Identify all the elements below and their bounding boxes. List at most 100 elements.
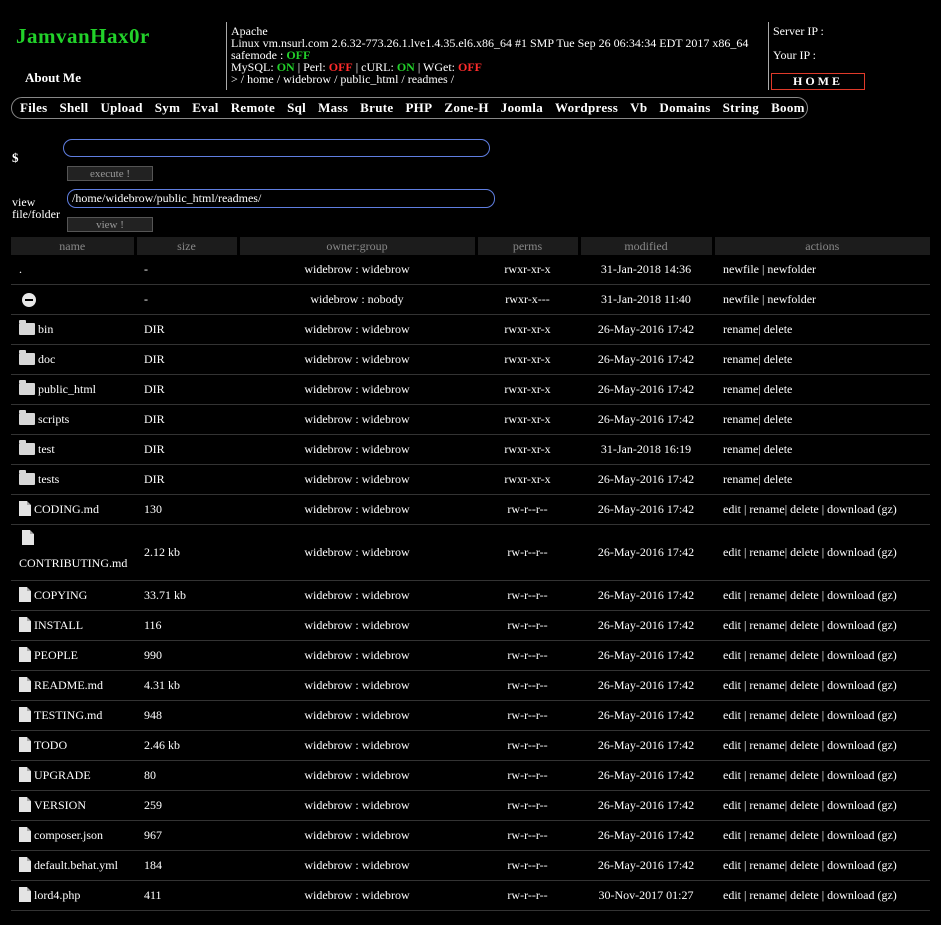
file-actions[interactable]: rename| delete [713,434,930,465]
file-name-cell[interactable]: tests [11,464,135,495]
file-name-cell[interactable]: default.behat.yml [11,850,135,881]
file-actions[interactable]: rename| delete [713,464,930,495]
file-perms[interactable]: rw-r--r-- [476,790,579,821]
file-perms[interactable]: rw-r--r-- [476,524,579,581]
menu-item-zone-h[interactable]: Zone-H [444,100,488,116]
home-button[interactable]: HOME [771,73,865,90]
file-actions[interactable]: edit | rename| delete | download (gz) [713,790,930,821]
file-perms[interactable]: rw-r--r-- [476,850,579,881]
menu-item-remote[interactable]: Remote [231,100,275,116]
file-name-cell[interactable]: test [11,434,135,465]
file-actions[interactable]: rename| delete [713,404,930,435]
file-name-cell[interactable]: README.md [11,670,135,701]
col-owner-header[interactable]: owner:group [236,237,476,255]
file-name-cell[interactable]: composer.json [11,820,135,851]
menu-item-string[interactable]: String [723,100,759,116]
file-name-cell[interactable]: CONTRIBUTING.md [11,524,135,581]
file-actions[interactable]: edit | rename| delete | download (gz) [713,640,930,671]
file-name[interactable]: README.md [34,678,103,692]
file-actions[interactable]: edit | rename| delete | download (gz) [713,494,930,525]
file-actions[interactable]: rename| delete [713,344,930,375]
file-name[interactable]: default.behat.yml [34,858,118,872]
file-name[interactable]: TESTING.md [34,708,102,722]
file-actions[interactable]: edit | rename| delete | download (gz) [713,730,930,761]
file-name[interactable]: CONTRIBUTING.md [19,555,135,571]
menu-item-joomla[interactable]: Joomla [501,100,543,116]
file-name-cell[interactable]: TESTING.md [11,700,135,731]
command-input[interactable] [63,139,490,157]
file-perms[interactable]: rw-r--r-- [476,580,579,611]
file-name[interactable]: . [19,262,22,276]
file-name[interactable]: UPGRADE [34,768,91,782]
file-actions[interactable]: edit | rename| delete | download (gz) [713,524,930,581]
file-perms[interactable]: rwxr-xr-x [476,434,579,465]
file-perms[interactable]: rwxr-xr-x [476,314,579,345]
file-actions[interactable]: rename| delete [713,374,930,405]
file-actions[interactable]: edit | rename| delete | download (gz) [713,670,930,701]
menu-item-brute[interactable]: Brute [360,100,393,116]
file-actions[interactable]: edit | rename| delete | download (gz) [713,760,930,791]
file-name[interactable]: bin [38,322,53,336]
file-name[interactable]: lord4.php [34,888,80,902]
view-button[interactable]: view ! [67,217,153,232]
file-actions[interactable]: newfile | newfolder [713,284,930,315]
menu-item-wordpress[interactable]: Wordpress [555,100,618,116]
file-name[interactable]: CODING.md [34,502,99,516]
file-actions[interactable]: edit | rename| delete | download (gz) [713,610,930,641]
menu-item-mass[interactable]: Mass [318,100,348,116]
file-name-cell[interactable]: UPGRADE [11,760,135,791]
file-actions[interactable]: edit | rename| delete | download (gz) [713,850,930,881]
file-perms[interactable]: rwxr-xr-x [476,404,579,435]
file-actions[interactable]: edit | rename| delete | download (gz) [713,880,930,911]
file-actions[interactable]: rename| delete [713,314,930,345]
file-name[interactable]: PEOPLE [34,648,78,662]
file-name-cell[interactable]: PEOPLE [11,640,135,671]
file-name-cell[interactable]: scripts [11,404,135,435]
file-name-cell[interactable]: CODING.md [11,494,135,525]
file-actions[interactable]: edit | rename| delete | download (gz) [713,700,930,731]
file-perms[interactable]: rwxr-x--- [476,284,579,315]
col-name-header[interactable]: name [11,237,135,255]
file-perms[interactable]: rwxr-xr-x [476,464,579,495]
menu-item-sym[interactable]: Sym [155,100,180,116]
file-perms[interactable]: rw-r--r-- [476,700,579,731]
menu-item-vb[interactable]: Vb [630,100,647,116]
menu-item-eval[interactable]: Eval [192,100,218,116]
file-perms[interactable]: rwxr-xr-x [476,374,579,405]
file-name-cell[interactable]: VERSION [11,790,135,821]
file-perms[interactable]: rw-r--r-- [476,610,579,641]
file-name-cell[interactable]: lord4.php [11,880,135,911]
file-actions[interactable]: edit | rename| delete | download (gz) [713,580,930,611]
file-perms[interactable]: rwxr-xr-x [476,255,579,285]
file-name[interactable]: TODO [34,738,67,752]
file-name[interactable]: COPYING [34,588,87,602]
file-name-cell[interactable]: . [11,255,135,285]
col-actions-header[interactable]: actions [711,237,930,255]
menu-item-domains[interactable]: Domains [659,100,710,116]
file-name-cell[interactable]: bin [11,314,135,345]
file-name-cell[interactable]: INSTALL [11,610,135,641]
menu-item-shell[interactable]: Shell [60,100,89,116]
file-name[interactable]: INSTALL [34,618,83,632]
menu-item-boom[interactable]: Boom [771,100,805,116]
col-modified-header[interactable]: modified [577,237,713,255]
breadcrumb[interactable]: > / home / widebrow / public_html / read… [231,73,748,85]
file-perms[interactable]: rw-r--r-- [476,494,579,525]
file-name-cell[interactable]: TODO [11,730,135,761]
file-actions[interactable]: edit | rename| delete | download (gz) [713,820,930,851]
menu-item-files[interactable]: Files [20,100,48,116]
execute-button[interactable]: execute ! [67,166,153,181]
menu-item-php[interactable]: PHP [405,100,432,116]
file-perms[interactable]: rw-r--r-- [476,880,579,911]
file-perms[interactable]: rwxr-xr-x [476,344,579,375]
file-name[interactable]: doc [38,352,55,366]
file-name[interactable]: composer.json [34,828,103,842]
col-size-header[interactable]: size [133,237,238,255]
menu-item-sql[interactable]: Sql [287,100,306,116]
file-name-cell[interactable]: COPYING [11,580,135,611]
menu-item-upload[interactable]: Upload [100,100,142,116]
file-name[interactable]: scripts [38,412,69,426]
path-input[interactable]: /home/widebrow/public_html/readmes/ [67,189,495,208]
file-perms[interactable]: rw-r--r-- [476,670,579,701]
col-perms-header[interactable]: perms [474,237,579,255]
